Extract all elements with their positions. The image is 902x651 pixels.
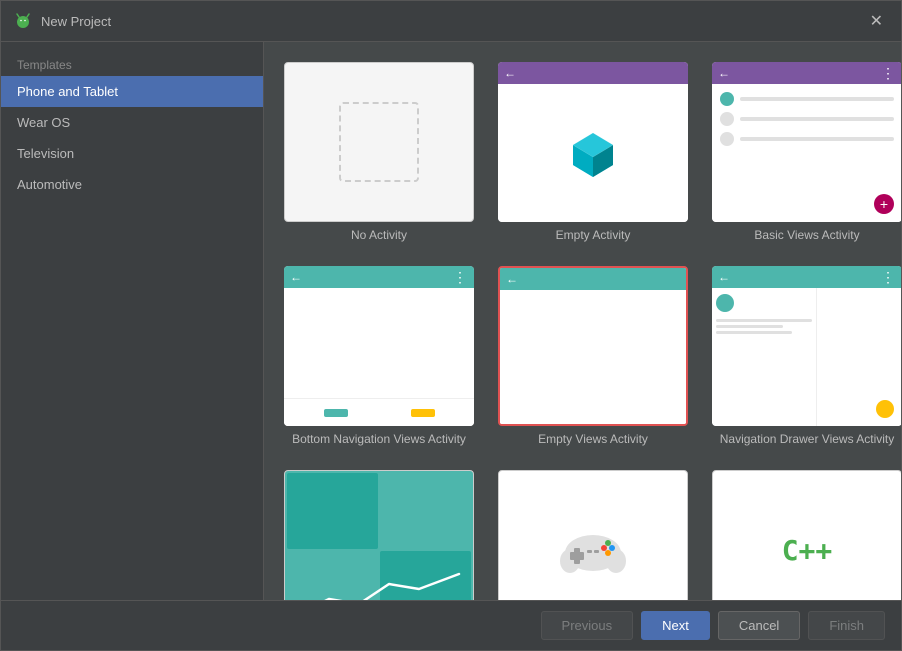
nav-drawer-body: [712, 288, 901, 426]
empty-activity-label: Empty Activity: [556, 228, 631, 242]
basic-views-topbar: ← ⋮: [712, 62, 901, 84]
template-grid-activity[interactable]: Grid Activity: [280, 466, 478, 600]
empty-views-preview: ←: [498, 266, 688, 426]
template-empty-views[interactable]: ← Empty Views Activity: [494, 262, 692, 450]
sidebar-item-television[interactable]: Television: [1, 138, 263, 169]
game-activity-preview: [498, 470, 688, 600]
cancel-button[interactable]: Cancel: [718, 611, 800, 640]
no-activity-label: No Activity: [351, 228, 407, 242]
empty-views-label: Empty Views Activity: [538, 432, 648, 446]
footer: Previous Next Cancel Finish: [1, 600, 901, 650]
more-icon: ⋮: [881, 269, 896, 286]
template-no-activity[interactable]: No Activity: [280, 58, 478, 246]
back-arrow-icon: ←: [718, 66, 730, 80]
template-grid: No Activity ←: [264, 42, 901, 600]
title-bar-left: New Project: [13, 11, 111, 31]
grid-activity-preview: [284, 470, 474, 600]
more-icon: ⋮: [881, 65, 896, 82]
dashed-box: [339, 102, 419, 182]
chart-line-icon: [293, 569, 465, 600]
finish-button[interactable]: Finish: [808, 611, 885, 640]
bottom-nav-preview: ← ⋮: [284, 266, 474, 426]
more-icon: ⋮: [453, 269, 468, 286]
nav-drawer-preview: ← ⋮: [712, 266, 901, 426]
template-empty-activity[interactable]: ← Empty Ac: [494, 58, 692, 246]
gamepad-icon: [558, 523, 628, 578]
main-content: Templates Phone and Tablet Wear OS Telev…: [1, 42, 901, 600]
cpp-label: C++: [782, 534, 833, 567]
cube-icon: [568, 128, 618, 178]
empty-views-topbar: ←: [500, 268, 686, 290]
close-button[interactable]: ✕: [864, 9, 889, 33]
drawer-fab: [876, 400, 894, 418]
sidebar-item-automotive[interactable]: Automotive: [1, 169, 263, 200]
android-icon: [13, 11, 33, 31]
new-project-dialog: New Project ✕ Templates Phone and Tablet…: [0, 0, 902, 651]
empty-views-body: [500, 290, 686, 424]
back-arrow-icon: ←: [506, 272, 518, 286]
dialog-title: New Project: [41, 14, 111, 29]
fab-icon: +: [874, 194, 894, 214]
basic-views-preview: ← ⋮: [712, 62, 901, 222]
empty-activity-topbar: ←: [498, 62, 688, 84]
template-cpp-activity[interactable]: C++ Native C++: [708, 466, 901, 600]
sidebar: Templates Phone and Tablet Wear OS Telev…: [1, 42, 264, 600]
next-button[interactable]: Next: [641, 611, 710, 640]
template-nav-drawer[interactable]: ← ⋮: [708, 262, 901, 450]
template-basic-views[interactable]: ← ⋮: [708, 58, 901, 246]
template-bottom-nav[interactable]: ← ⋮ Bottom Navigation Views Activity: [280, 262, 478, 450]
no-activity-preview: [284, 62, 474, 222]
back-arrow-icon: ←: [290, 270, 302, 284]
bottom-nav-label: Bottom Navigation Views Activity: [292, 432, 466, 446]
empty-activity-body: [498, 84, 688, 222]
cpp-activity-preview: C++: [712, 470, 901, 600]
content-wrapper: No Activity ←: [264, 42, 901, 600]
back-arrow-icon: ←: [718, 270, 730, 284]
empty-activity-preview: ←: [498, 62, 688, 222]
title-bar: New Project ✕: [1, 1, 901, 42]
basic-views-body: +: [712, 84, 901, 222]
back-arrow-icon: ←: [504, 66, 516, 80]
sidebar-section-label: Templates: [1, 50, 263, 76]
basic-views-label: Basic Views Activity: [754, 228, 859, 242]
sidebar-item-wear-os[interactable]: Wear OS: [1, 107, 263, 138]
previous-button[interactable]: Previous: [541, 611, 634, 640]
nav-drawer-label: Navigation Drawer Views Activity: [720, 432, 895, 446]
bottom-nav-topbar: ← ⋮: [284, 266, 474, 288]
nav-drawer-topbar: ← ⋮: [712, 266, 901, 288]
bottom-nav-body: [284, 288, 474, 426]
template-game-activity[interactable]: Game Activity: [494, 466, 692, 600]
sidebar-item-phone-tablet[interactable]: Phone and Tablet: [1, 76, 263, 107]
